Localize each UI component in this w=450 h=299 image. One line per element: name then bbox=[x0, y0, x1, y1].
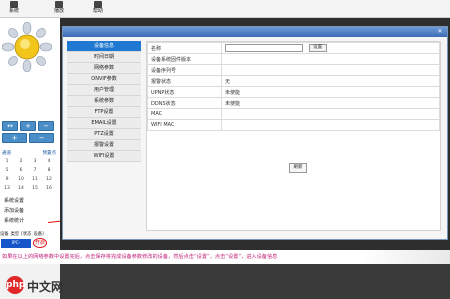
refresh-button[interactable]: 刷新 bbox=[289, 163, 307, 173]
top-toolbar: 系统 播放 帮助 bbox=[0, 0, 450, 18]
grid-cell[interactable]: 10 bbox=[14, 176, 28, 184]
toolbar-play-button[interactable]: 播放 bbox=[47, 1, 71, 17]
row-key: 设备系统固件版本 bbox=[147, 53, 222, 65]
status-label: [状态 bbox=[21, 232, 32, 237]
grid-cell[interactable]: 12 bbox=[42, 176, 56, 184]
zoom-in-button[interactable]: + bbox=[20, 121, 36, 131]
grid-cell[interactable]: 1 bbox=[0, 158, 14, 166]
ptz-control[interactable] bbox=[2, 22, 52, 72]
nav-item-device-info[interactable]: 设备信息 bbox=[67, 41, 141, 52]
channel-header: 通道 预置点 bbox=[2, 150, 56, 156]
bottom-dark-area bbox=[60, 264, 450, 299]
side-menu: 系统设置 添加设备 系统统计 bbox=[4, 196, 24, 226]
toolbar-system-label: 系统 bbox=[8, 8, 19, 14]
monitor-icon bbox=[10, 1, 18, 8]
grid-cell[interactable]: 7 bbox=[28, 167, 42, 175]
row-key: UPNP状态 bbox=[147, 86, 222, 98]
play-icon bbox=[55, 1, 63, 8]
php-logo-icon: php bbox=[6, 276, 25, 294]
set-button[interactable]: 设置 bbox=[308, 44, 327, 52]
row-key: DDNS状态 bbox=[147, 97, 222, 109]
nav-item-ptz[interactable]: PTZ设置 bbox=[67, 129, 141, 140]
zoom-arrow-button[interactable]: ↔ bbox=[2, 121, 18, 131]
dialog-titlebar: ✕ bbox=[63, 27, 447, 37]
row-key: WIFI MAC bbox=[147, 119, 222, 131]
menu-item-add-device[interactable]: 添加设备 bbox=[4, 206, 24, 216]
channel-header-1: 通道 bbox=[2, 151, 11, 156]
row-value: 未使能 bbox=[221, 97, 440, 109]
grid-cell[interactable]: 11 bbox=[28, 176, 42, 184]
row-value-name: 设置 bbox=[221, 42, 440, 54]
nav-item-wifi[interactable]: WIFI设置 bbox=[67, 151, 141, 162]
nav-item-ftp[interactable]: FTP设置 bbox=[67, 107, 141, 118]
table-row: 名称 设置 bbox=[147, 42, 440, 54]
device-model-badge[interactable]: IPC-2DCE+-0320 bbox=[1, 239, 31, 255]
table-row: 设备序列号 bbox=[147, 64, 440, 76]
nav-item-network[interactable]: 网络参数 bbox=[67, 63, 141, 74]
status-label: 设备 bbox=[0, 232, 9, 237]
toolbar-system-button[interactable]: 系统 bbox=[2, 1, 26, 17]
menu-item-system-stats[interactable]: 系统统计 bbox=[4, 216, 24, 226]
toolbar-help-button[interactable]: 帮助 bbox=[86, 1, 110, 17]
row-value: 无 bbox=[221, 75, 440, 87]
row-value bbox=[221, 64, 440, 76]
focus-far-button[interactable]: − bbox=[29, 133, 54, 143]
device-info-table: 名称 设置 设备系统固件版本 设备序列号 报警状态 无 UPNP状态 未使能 D… bbox=[147, 42, 440, 131]
device-name-input[interactable] bbox=[225, 44, 303, 52]
grid-cell[interactable]: 14 bbox=[14, 185, 28, 193]
nav-item-alarm[interactable]: 报警设置 bbox=[67, 140, 141, 151]
focus-near-button[interactable]: + bbox=[2, 133, 27, 143]
zoom-controls: ↔ + − bbox=[2, 121, 54, 131]
nav-item-email[interactable]: EMAIL设置 bbox=[67, 118, 141, 129]
row-value bbox=[221, 119, 440, 131]
nav-item-system[interactable]: 系统参数 bbox=[67, 96, 141, 107]
table-row: UPNP状态 未使能 bbox=[147, 86, 440, 98]
row-value bbox=[221, 108, 440, 120]
grid-cell[interactable]: 4 bbox=[42, 158, 56, 166]
menu-item-system-settings[interactable]: 系统设置 bbox=[4, 196, 24, 206]
close-icon[interactable]: ✕ bbox=[436, 28, 444, 36]
logo-text: 中文网 bbox=[27, 280, 64, 294]
instruction-caption: 如果在以上的网络参数中设置完后，点击保存将完成设备参数修改的设备，然后点击“设置… bbox=[0, 250, 450, 264]
row-key: 设备序列号 bbox=[147, 64, 222, 76]
grid-cell[interactable]: 6 bbox=[14, 167, 28, 175]
open-button[interactable]: 开启 bbox=[33, 238, 47, 248]
channel-header-2: 预置点 bbox=[42, 151, 57, 156]
grid-cell[interactable]: 8 bbox=[42, 167, 56, 175]
channel-grid: 1 2 3 4 5 6 7 8 9 10 11 12 13 14 15 16 bbox=[0, 158, 56, 193]
nav-item-onvif[interactable]: ONVIF参数 bbox=[67, 74, 141, 85]
table-row: WIFI MAC bbox=[147, 119, 440, 131]
row-key: 名称 bbox=[147, 42, 222, 54]
row-key: MAC bbox=[147, 108, 222, 120]
row-value: 未使能 bbox=[221, 86, 440, 98]
device-settings-dialog: ✕ 设备信息 时间日期 网络参数 ONVIF参数 用户管理 系统参数 FTP设置… bbox=[62, 26, 448, 240]
focus-controls: + − bbox=[2, 133, 54, 143]
status-label: 类型 bbox=[10, 232, 20, 237]
toolbar-play-label: 播放 bbox=[53, 8, 64, 14]
grid-cell[interactable]: 5 bbox=[0, 167, 14, 175]
row-key: 报警状态 bbox=[147, 75, 222, 87]
left-panel: ↔ + − + − 通道 预置点 1 2 3 4 5 6 7 8 9 10 11… bbox=[0, 18, 58, 255]
table-row: DDNS状态 未使能 bbox=[147, 97, 440, 109]
table-row: MAC bbox=[147, 108, 440, 120]
device-info-panel: 名称 设置 设备系统固件版本 设备序列号 报警状态 无 UPNP状态 未使能 D… bbox=[146, 41, 441, 231]
table-row: 报警状态 无 bbox=[147, 75, 440, 87]
grid-cell[interactable]: 3 bbox=[28, 158, 42, 166]
device-status-header: 设备 类型 [状态 设备] bbox=[0, 231, 58, 239]
grid-cell[interactable]: 2 bbox=[14, 158, 28, 166]
zoom-out-button[interactable]: − bbox=[38, 121, 54, 131]
row-value bbox=[221, 53, 440, 65]
nav-item-time-date[interactable]: 时间日期 bbox=[67, 52, 141, 63]
grid-cell[interactable]: 13 bbox=[0, 185, 14, 193]
table-row: 设备系统固件版本 bbox=[147, 53, 440, 65]
toolbar-help-label: 帮助 bbox=[92, 8, 103, 14]
grid-cell[interactable]: 16 bbox=[42, 185, 56, 193]
help-icon bbox=[94, 1, 102, 8]
grid-cell[interactable]: 15 bbox=[28, 185, 42, 193]
settings-nav: 设备信息 时间日期 网络参数 ONVIF参数 用户管理 系统参数 FTP设置 E… bbox=[67, 41, 141, 162]
grid-cell[interactable]: 9 bbox=[0, 176, 14, 184]
nav-item-users[interactable]: 用户管理 bbox=[67, 85, 141, 96]
